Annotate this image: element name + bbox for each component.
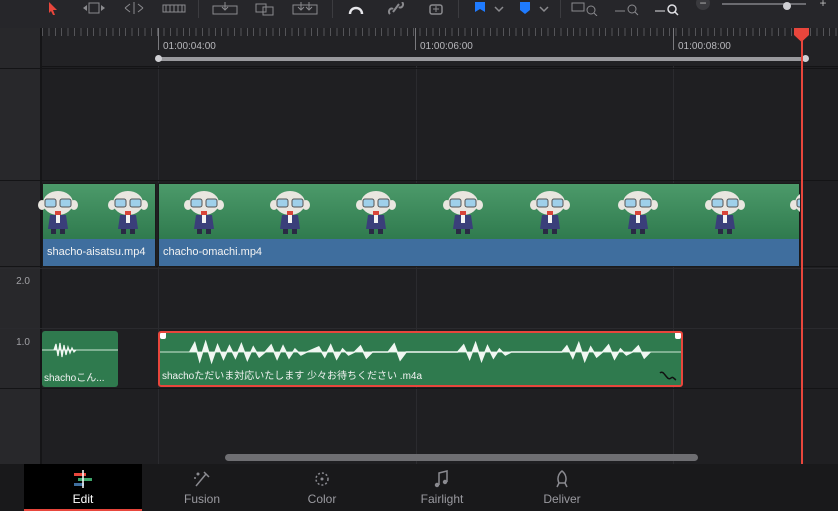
track-divider [0,68,838,69]
ruler-major-tick [158,28,159,50]
ruler-timecode: 01:00:06:00 [420,41,473,52]
audio-clip-selected[interactable]: shachoただいま対応いたします 少々お待ちください .m4a [158,331,683,387]
zoom-full-icon[interactable] [570,0,600,18]
clip-name: shachoこん... [44,373,105,384]
clip-name: chacho-omachi.mp4 [159,239,799,266]
fade-in-handle[interactable] [160,333,166,339]
audio-level-label: 1.0 [16,337,30,348]
track-divider [0,388,838,389]
clip-thumbnail-character [703,189,747,237]
tab-label: Deliver [543,492,581,506]
timecode-ruler[interactable]: 01:00:04:00 01:00:06:00 01:00:08:00 [42,28,838,67]
clip-thumbnail-character [788,189,800,237]
timeline-toolbar: − + [0,0,838,29]
zoom-slider-knob[interactable] [783,2,791,10]
toolbar-divider [560,0,561,18]
tab-edit[interactable]: Edit [24,464,142,511]
playhead-line[interactable] [801,36,803,464]
zoom-detail-icon[interactable] [612,0,642,18]
ruler-timecode: 01:00:04:00 [163,41,216,52]
clip-name: shachoただいま対応いたします 少々お待ちください .m4a [162,371,423,382]
chevron-down-icon[interactable] [492,0,506,18]
snapping-icon[interactable] [344,0,368,18]
fairlight-icon [434,470,448,488]
fusion-icon [194,471,210,487]
select-arrow-icon[interactable] [44,0,62,18]
flag-icon[interactable] [470,0,490,18]
ruler-ticks [42,28,838,36]
linked-selection-icon[interactable] [384,0,408,18]
tab-deliver[interactable]: Deliver [503,464,621,511]
curve-icon[interactable] [659,370,677,382]
overwrite-icon[interactable] [252,0,278,18]
audio-clip[interactable]: shachoこん... [42,331,118,387]
track-headers [0,28,42,464]
track-divider [0,180,838,181]
color-icon [315,472,329,486]
toolbar-divider [198,0,199,18]
clip-thumbnail-character [441,189,485,237]
position-lock-icon[interactable] [424,0,448,18]
tab-label: Edit [72,492,94,506]
clip-thumbnail-character [106,189,150,237]
replace-icon[interactable] [290,0,320,18]
ruler-major-tick [673,28,674,50]
tab-label: Fusion [183,492,221,506]
tab-fusion[interactable]: Fusion [143,464,261,511]
tab-label: Fairlight [420,492,464,506]
insert-icon[interactable] [210,0,240,18]
track-divider [0,328,838,329]
tab-fairlight[interactable]: Fairlight [383,464,501,511]
tab-label: Color [307,492,337,506]
horizontal-scrollbar[interactable] [225,454,698,461]
edit-icon [74,470,92,488]
tab-color[interactable]: Color [263,464,381,511]
zoom-out-button[interactable]: − [696,0,710,10]
zoom-custom-icon[interactable] [652,0,682,18]
ruler-timecode: 01:00:08:00 [678,41,731,52]
clip-name: shacho-aisatsu.mp4 [43,239,155,266]
ruler-major-tick [415,28,416,50]
zoom-slider[interactable] [722,2,806,10]
page-navigation-bar: Edit Fusion Color Fairlight Deliver [0,464,838,511]
out-point-handle[interactable] [802,55,809,62]
in-out-range-bar[interactable] [158,57,806,61]
dynamic-trim-icon[interactable] [120,0,148,18]
clip-thumbnail-character [354,189,398,237]
audio-waveform [42,342,118,358]
marker-icon[interactable] [515,0,535,18]
clip-thumbnail-character [268,189,312,237]
deliver-icon [556,470,568,488]
clip-thumbnail-character [616,189,660,237]
playhead-icon[interactable] [794,28,809,42]
clip-thumbnail-character [182,189,226,237]
clip-thumbnail-character [36,189,80,237]
toolbar-divider [458,0,459,18]
toolbar-divider [332,0,333,18]
chevron-down-icon[interactable] [537,0,551,18]
blade-icon[interactable] [160,0,188,18]
track-divider [0,268,838,269]
clip-thumbnail-character [528,189,572,237]
zoom-in-button[interactable]: + [816,0,830,10]
fade-out-handle[interactable] [675,333,681,339]
audio-level-label: 2.0 [16,276,30,287]
trim-icon[interactable] [80,0,108,18]
in-point-handle[interactable] [155,55,162,62]
audio-waveform [160,339,681,365]
